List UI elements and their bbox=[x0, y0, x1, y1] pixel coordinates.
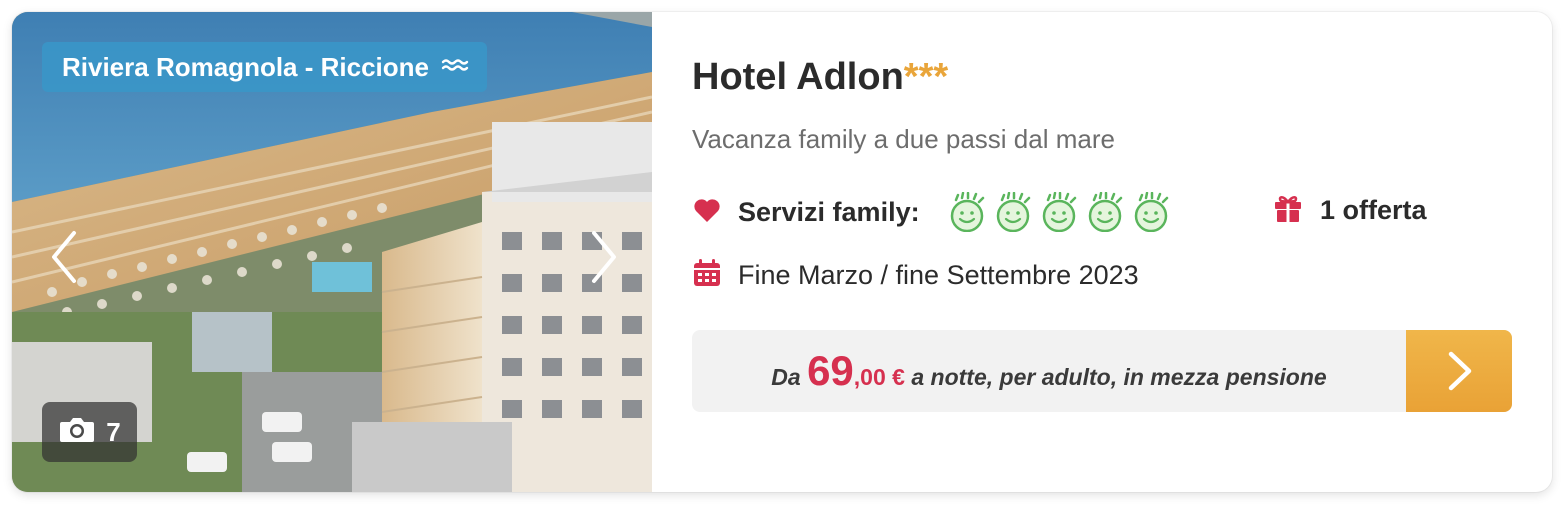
chevron-left-icon bbox=[52, 231, 76, 283]
season-label: Fine Marzo / fine Settembre 2023 bbox=[738, 260, 1139, 290]
price-currency: € bbox=[885, 364, 905, 390]
heart-icon bbox=[692, 196, 722, 229]
price-decimal: ,00 bbox=[853, 364, 886, 390]
hotel-title[interactable]: Hotel Adlon*** bbox=[692, 56, 948, 99]
offers-count: 1 offerta bbox=[1320, 195, 1427, 225]
location-label: Riviera Romagnola - Riccione bbox=[62, 51, 429, 82]
camera-icon bbox=[58, 414, 96, 451]
smiley-icon bbox=[1134, 192, 1168, 232]
price-prefix: Da bbox=[771, 364, 808, 390]
price-bar[interactable]: Da 69,00 € a notte, per adulto, in mezza… bbox=[692, 330, 1512, 412]
chevron-right-icon bbox=[1448, 351, 1472, 391]
chevron-right-icon bbox=[592, 231, 616, 283]
previous-photo-button[interactable] bbox=[40, 227, 90, 287]
gift-icon bbox=[1272, 192, 1304, 229]
hotel-photo[interactable]: Riviera Romagnola - Riccione 7 bbox=[12, 12, 652, 492]
price-text: Da 69,00 € a notte, per adulto, in mezza… bbox=[692, 330, 1406, 412]
price-suffix: a notte, per adulto, in mezza pensione bbox=[904, 364, 1327, 390]
family-rating bbox=[946, 192, 1172, 232]
location-badge[interactable]: Riviera Romagnola - Riccione bbox=[42, 42, 487, 92]
season-dates: Fine Marzo / fine Settembre 2023 bbox=[692, 258, 1139, 293]
smiley-icon bbox=[1042, 192, 1076, 232]
photo-gallery-button[interactable]: 7 bbox=[42, 402, 137, 462]
hotel-card[interactable]: Riviera Romagnola - Riccione 7 Hotel Adl… bbox=[12, 12, 1552, 492]
hotel-info: Hotel Adlon*** Vacanza family a due pass… bbox=[652, 12, 1552, 492]
photo-count: 7 bbox=[106, 416, 121, 447]
hotel-subtitle: Vacanza family a due passi dal mare bbox=[692, 124, 1115, 154]
waves-icon bbox=[441, 52, 469, 83]
smiley-icon bbox=[996, 192, 1030, 232]
services-label: Servizi family: bbox=[738, 196, 920, 227]
calendar-icon bbox=[692, 258, 722, 293]
price-integer: 69 bbox=[807, 347, 854, 394]
smiley-icon bbox=[950, 192, 984, 232]
smiley-icon bbox=[1088, 192, 1122, 232]
view-offer-button[interactable] bbox=[1406, 330, 1512, 412]
hotel-stars: *** bbox=[903, 56, 949, 98]
next-photo-button[interactable] bbox=[578, 227, 628, 287]
family-services: Servizi family: bbox=[692, 192, 1172, 232]
hotel-name: Hotel Adlon bbox=[692, 56, 904, 98]
offers-link[interactable]: 1 offerta bbox=[1272, 192, 1427, 229]
